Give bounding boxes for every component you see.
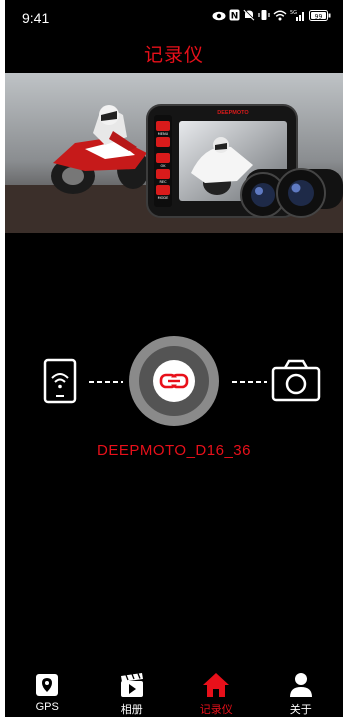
- home-icon: [202, 671, 230, 699]
- svg-text:N: N: [231, 12, 239, 22]
- device-name: DEEPMOTO_D16_36: [97, 442, 251, 459]
- status-bar: 9:41 N 5G 99: [5, 0, 343, 36]
- tab-about[interactable]: 关于: [266, 663, 336, 717]
- rec-key-label: REC: [159, 180, 167, 184]
- tab-recorder-label: 记录仪: [199, 704, 233, 716]
- nfc-icon: N: [229, 9, 240, 25]
- tab-gps[interactable]: GPS: [12, 663, 82, 713]
- camera-icon: [271, 359, 321, 402]
- product-banner: MENU OK REC MODE DEEPMOTO: [5, 73, 343, 233]
- tab-gps-label: GPS: [35, 701, 59, 713]
- banner-brand-text: DEEPMOTO: [217, 110, 249, 116]
- phone-wifi-icon: [43, 358, 77, 404]
- vibrate-icon: [258, 9, 270, 25]
- page-title: 记录仪: [143, 44, 204, 66]
- tab-album-label: 相册: [120, 704, 143, 716]
- mode-key-label: MODE: [158, 196, 169, 200]
- bottom-tab-bar: GPS 相册 记录仪 关于: [5, 663, 343, 717]
- video-album-icon: [118, 671, 146, 699]
- status-time: 9:41: [22, 10, 50, 26]
- eye-icon: [212, 10, 226, 25]
- svg-text:5G: 5G: [290, 10, 297, 16]
- menu-key-label: MENU: [158, 132, 169, 136]
- tab-about-label: 关于: [289, 704, 312, 716]
- ok-key-label: OK: [160, 164, 166, 168]
- tab-recorder[interactable]: 记录仪: [181, 663, 251, 717]
- location-pin-icon: [33, 671, 61, 699]
- person-icon: [287, 671, 315, 699]
- status-icons: N 5G 99: [212, 9, 331, 25]
- mute-icon: [243, 9, 255, 25]
- app-screen: 9:41 N 5G 99 记录仪 MENU OK REC MODE DEEPMO…: [5, 0, 343, 717]
- connect-button[interactable]: [129, 336, 219, 426]
- cellular-signal-icon: 5G: [290, 9, 306, 25]
- svg-text:99: 99: [315, 13, 323, 20]
- tab-album[interactable]: 相册: [97, 663, 167, 717]
- connection-diagram: [5, 328, 343, 428]
- wifi-icon: [273, 10, 287, 25]
- battery-icon: 99: [309, 9, 331, 25]
